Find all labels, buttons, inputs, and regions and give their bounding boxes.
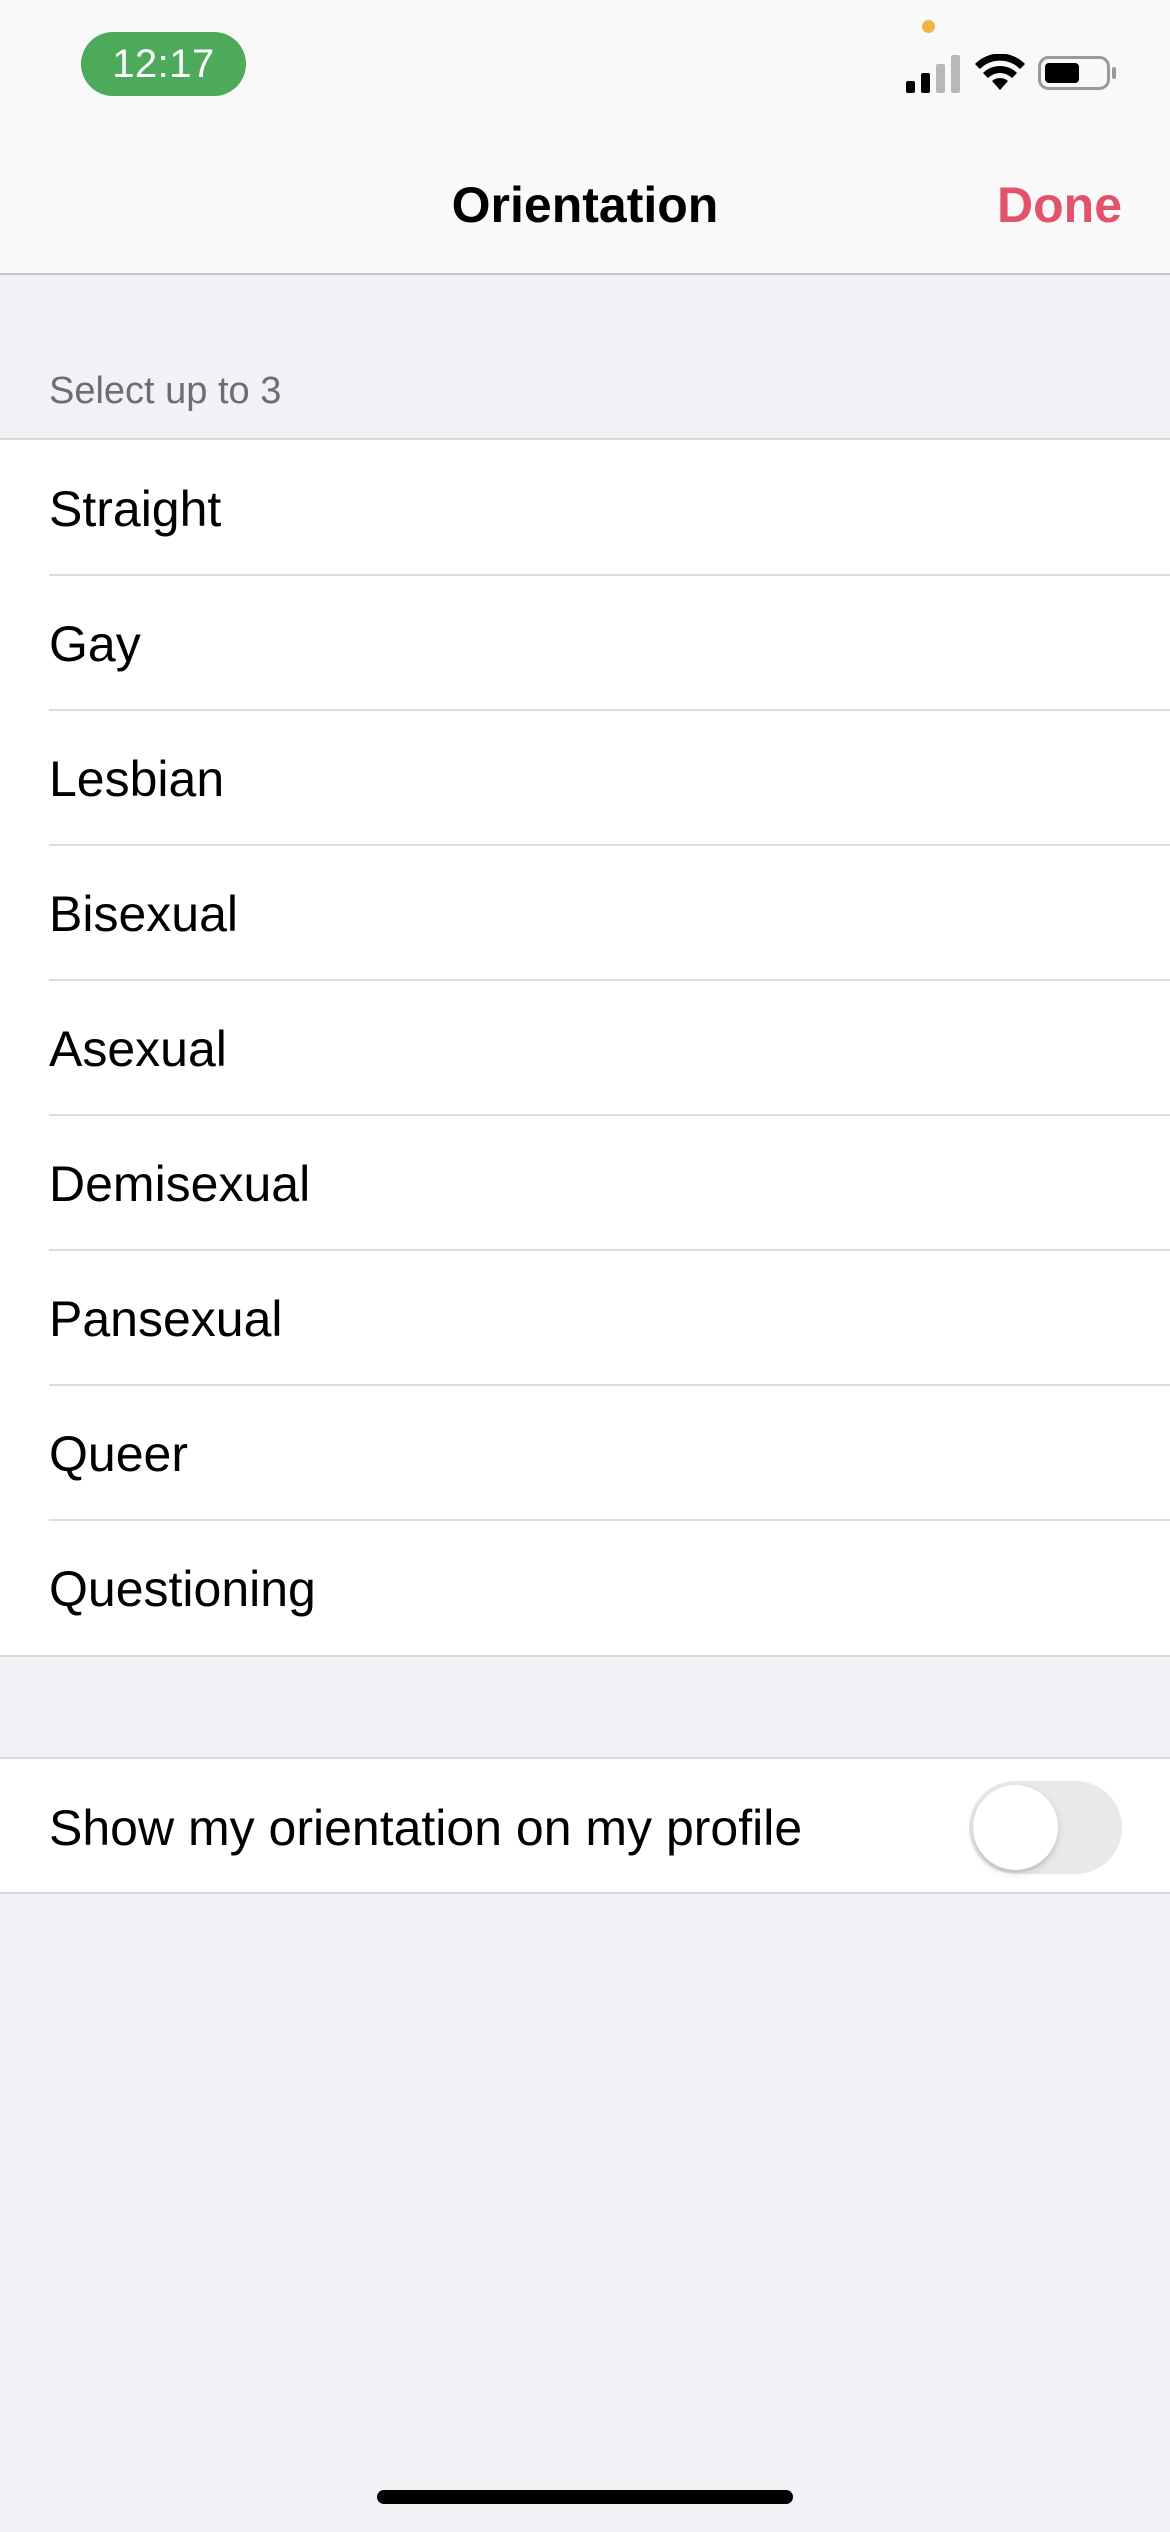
option-pansexual[interactable]: Pansexual	[0, 1249, 1170, 1385]
wifi-icon	[975, 54, 1025, 90]
show-orientation-toggle[interactable]	[969, 1781, 1122, 1874]
navigation-bar: Orientation Done	[0, 140, 1170, 275]
option-label: Lesbian	[49, 751, 225, 807]
signal-icon	[906, 55, 960, 93]
option-label: Questioning	[49, 1561, 316, 1617]
status-bar: 12:17	[0, 0, 1170, 140]
done-button[interactable]: Done	[997, 176, 1122, 234]
option-label: Asexual	[49, 1021, 227, 1077]
show-orientation-label: Show my orientation on my profile	[49, 1800, 803, 1856]
page-title: Orientation	[451, 177, 719, 233]
orientation-option-list: Straight Gay Lesbian Bisexual Asexual De…	[0, 438, 1170, 1657]
option-label: Bisexual	[49, 886, 238, 942]
option-label: Gay	[49, 616, 141, 672]
option-gay[interactable]: Gay	[0, 574, 1170, 710]
option-bisexual[interactable]: Bisexual	[0, 844, 1170, 980]
section-header: Select up to 3	[49, 370, 282, 412]
show-orientation-row: Show my orientation on my profile	[0, 1757, 1170, 1894]
toggle-knob	[973, 1785, 1058, 1870]
privacy-indicator-dot	[922, 20, 935, 33]
status-time[interactable]: 12:17	[81, 32, 246, 96]
option-demisexual[interactable]: Demisexual	[0, 1114, 1170, 1250]
option-lesbian[interactable]: Lesbian	[0, 709, 1170, 845]
option-label: Queer	[49, 1426, 188, 1482]
option-queer[interactable]: Queer	[0, 1384, 1170, 1520]
option-label: Demisexual	[49, 1156, 311, 1212]
option-asexual[interactable]: Asexual	[0, 979, 1170, 1115]
option-label: Pansexual	[49, 1291, 283, 1347]
battery-icon	[1038, 56, 1116, 90]
option-label: Straight	[49, 481, 222, 537]
option-questioning[interactable]: Questioning	[0, 1519, 1170, 1655]
option-straight[interactable]: Straight	[0, 440, 1170, 575]
home-indicator[interactable]	[377, 2490, 793, 2504]
